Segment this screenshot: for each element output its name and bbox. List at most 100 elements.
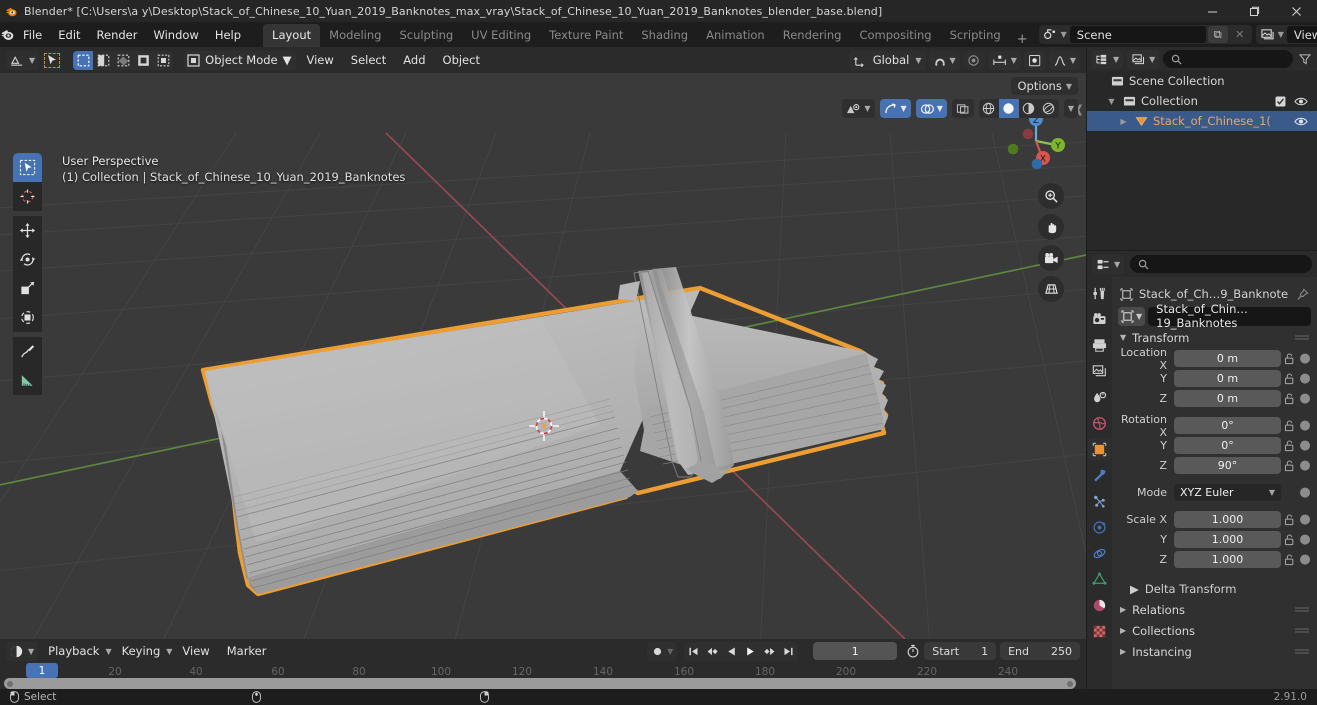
- jump-to-start-button[interactable]: [684, 642, 703, 661]
- tab-shading[interactable]: Shading: [632, 24, 697, 47]
- timeline-editor-type-button[interactable]: ▼: [6, 641, 39, 661]
- tab-constraints[interactable]: [1088, 542, 1111, 564]
- menu-file[interactable]: File: [15, 25, 50, 45]
- location-y-lock-icon[interactable]: [1281, 372, 1298, 385]
- menu-help[interactable]: Help: [207, 25, 249, 45]
- select-extend-icon[interactable]: [93, 51, 113, 70]
- pivot-point-button[interactable]: [1023, 50, 1046, 70]
- location-z-animate-dot[interactable]: ●: [1298, 391, 1312, 406]
- scene-chevron-down-icon[interactable]: ▼: [1061, 30, 1067, 39]
- toggle-perspective-button[interactable]: [1038, 276, 1064, 302]
- rendered-shading-icon[interactable]: [1039, 99, 1059, 118]
- minimize-button[interactable]: [1191, 0, 1233, 22]
- tab-uv-editing[interactable]: UV Editing: [462, 24, 540, 47]
- unlink-scene-button[interactable]: ✕: [1230, 26, 1250, 43]
- object-disclosure-triangle[interactable]: ▶: [1117, 117, 1130, 126]
- properties-editor[interactable]: ▼ Stack_of_Ch…9_Banknote ▼ Stack_of_Chin…: [1087, 251, 1317, 689]
- tab-texture[interactable]: [1088, 620, 1111, 642]
- view-layer-name-field[interactable]: View Layer: [1286, 26, 1317, 43]
- checkbox-checked-icon[interactable]: [1275, 96, 1286, 107]
- rotation-x-animate-dot[interactable]: ●: [1298, 418, 1312, 433]
- snap-increment-button[interactable]: ▼: [987, 50, 1021, 70]
- timeline-menu-keying[interactable]: Keying: [115, 642, 168, 660]
- shading-mode-group[interactable]: [978, 99, 1059, 118]
- play-reverse-button[interactable]: [722, 642, 741, 661]
- outliner-editor[interactable]: ▼ ▼ Scene Collection ▼ Collection ▶ Stac…: [1087, 47, 1317, 250]
- jump-to-end-button[interactable]: [779, 642, 798, 661]
- 3d-viewport[interactable]: ▼ Object Mode ▼ View Select Add Object G…: [0, 47, 1086, 639]
- timeline-playhead[interactable]: 1: [26, 663, 58, 678]
- playback-transport[interactable]: [684, 641, 799, 661]
- location-y-field[interactable]: 0 m: [1174, 370, 1281, 387]
- current-frame-field[interactable]: 1: [813, 642, 898, 660]
- object-browse-button[interactable]: ▼: [1118, 306, 1146, 326]
- tab-modifiers[interactable]: [1088, 464, 1111, 486]
- properties-editor-type-button[interactable]: ▼: [1092, 254, 1125, 274]
- tab-layout[interactable]: Layout: [263, 24, 321, 47]
- solid-shading-icon[interactable]: [998, 99, 1019, 118]
- select-invert-icon[interactable]: [133, 51, 153, 70]
- menu-edit[interactable]: Edit: [50, 25, 88, 45]
- viewport-menu-object[interactable]: Object: [436, 51, 487, 69]
- timeline-scrollbar[interactable]: [4, 678, 1076, 689]
- mode-selector[interactable]: Object Mode ▼: [184, 50, 297, 70]
- rotation-y-field[interactable]: 0°: [1174, 437, 1281, 454]
- collections-disclosure-triangle[interactable]: ▶: [1120, 626, 1126, 635]
- auto-keying-button[interactable]: ▼: [647, 641, 678, 661]
- select-subtract-icon[interactable]: [113, 51, 133, 70]
- tab-scripting[interactable]: Scripting: [941, 24, 1010, 47]
- rotation-y-lock-icon[interactable]: [1281, 439, 1298, 452]
- options-button[interactable]: Options ▼: [1011, 77, 1078, 95]
- tab-output[interactable]: [1088, 334, 1111, 356]
- outliner-editor-type-button[interactable]: ▼: [1091, 49, 1124, 69]
- viewport-menu-select[interactable]: Select: [344, 51, 393, 69]
- tab-texture-paint[interactable]: Texture Paint: [540, 24, 632, 47]
- next-keyframe-button[interactable]: [760, 642, 779, 661]
- outliner-row-object[interactable]: ▶ Stack_of_Chinese_1(: [1087, 111, 1317, 131]
- scale-z-field[interactable]: 1.000: [1174, 551, 1281, 568]
- view-layer-chevron-down-icon[interactable]: ▼: [1278, 30, 1284, 39]
- tab-world[interactable]: [1088, 412, 1111, 434]
- select-box-icon[interactable]: [73, 50, 94, 70]
- pin-icon[interactable]: [1296, 287, 1309, 301]
- tool-annotate[interactable]: [13, 337, 42, 366]
- tool-transform[interactable]: [13, 303, 42, 332]
- delta-transform-disclosure-triangle[interactable]: ▶: [1130, 582, 1139, 596]
- outliner-tree[interactable]: Scene Collection ▼ Collection ▶ Stack_of…: [1087, 71, 1317, 131]
- timeline-menu-view[interactable]: View: [175, 642, 216, 660]
- material-preview-shading-icon[interactable]: [1019, 99, 1039, 118]
- location-x-field[interactable]: 0 m: [1174, 350, 1281, 367]
- rotation-z-animate-dot[interactable]: ●: [1298, 458, 1312, 473]
- tool-cursor[interactable]: [13, 182, 42, 211]
- instancing-panel-header[interactable]: ▶ Instancing: [1112, 641, 1317, 662]
- play-button[interactable]: [741, 642, 760, 661]
- maximize-button[interactable]: [1233, 0, 1275, 22]
- close-button[interactable]: [1275, 0, 1317, 22]
- tool-scale[interactable]: [13, 274, 42, 303]
- scale-x-lock-icon[interactable]: [1281, 513, 1298, 526]
- new-scene-button[interactable]: ⧉: [1207, 26, 1228, 43]
- rotation-x-field[interactable]: 0°: [1174, 417, 1281, 434]
- view-layer-icon[interactable]: [1258, 26, 1278, 43]
- viewport-menu-view[interactable]: View: [299, 51, 340, 69]
- editor-type-button[interactable]: ▼: [6, 50, 40, 70]
- timeline-menu-marker[interactable]: Marker: [220, 642, 274, 660]
- rotation-x-lock-icon[interactable]: [1281, 419, 1298, 432]
- relations-disclosure-triangle[interactable]: ▶: [1120, 605, 1126, 614]
- select-intersect-icon[interactable]: [153, 51, 173, 70]
- menu-window[interactable]: Window: [145, 25, 206, 45]
- scale-x-animate-dot[interactable]: ●: [1298, 512, 1312, 527]
- viewport-menu-add[interactable]: Add: [396, 51, 432, 69]
- timeline-editor[interactable]: ▼ Playback ▼ Keying ▼ View Marker ▼ 1 St…: [0, 639, 1086, 689]
- tab-object[interactable]: [1088, 438, 1111, 460]
- object-name-field[interactable]: Stack_of_Chin…19_Banknotes: [1148, 302, 1311, 330]
- location-x-animate-dot[interactable]: ●: [1298, 351, 1312, 366]
- tab-sculpting[interactable]: Sculpting: [390, 24, 462, 47]
- outliner-row-collection[interactable]: ▼ Collection: [1087, 91, 1317, 111]
- scale-z-lock-icon[interactable]: [1281, 553, 1298, 566]
- menu-render[interactable]: Render: [89, 25, 146, 45]
- frame-start-field[interactable]: Start 1: [924, 642, 997, 660]
- tool-select-box[interactable]: [13, 153, 42, 182]
- tool-rotate[interactable]: [13, 245, 42, 274]
- pan-view-button[interactable]: [1038, 214, 1064, 240]
